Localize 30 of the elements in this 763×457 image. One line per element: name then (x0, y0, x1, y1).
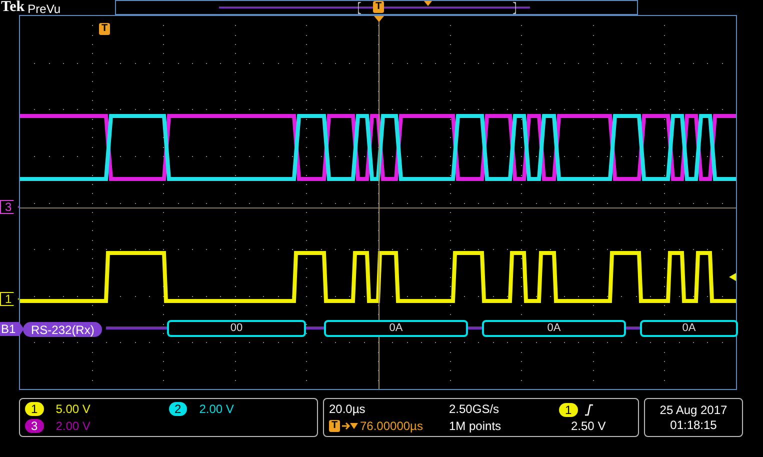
trigger-marker: T (373, 1, 384, 13)
channel-scale: 2.00 V (56, 420, 90, 432)
channel-scale: 5.00 V (56, 403, 90, 415)
channel-badge: 1 (25, 402, 44, 416)
decoded-packet: 0A (640, 320, 738, 337)
sample-rate: 2.50GS/s (449, 403, 500, 417)
brand-logo: Tek (1, 0, 25, 15)
trigger-position-icon (374, 16, 384, 22)
position-marker-icon (424, 1, 432, 6)
trigger-position: 76.00000µs (360, 420, 423, 432)
channel-badge: 2 (168, 402, 188, 416)
decoded-packet: 0A (324, 320, 468, 337)
bus-marker[interactable]: B1 (0, 322, 24, 336)
protocol-label: RS-232(Rx) (23, 322, 102, 337)
trigger-level-icon (729, 273, 736, 281)
time: 01:18:15 (670, 419, 717, 431)
channel-badge: 3 (25, 419, 44, 433)
rising-edge-icon (584, 404, 594, 416)
mode-label: PreVu (28, 3, 61, 15)
record-length: 1M points (449, 420, 502, 432)
trigger-source-badge: 1 (559, 403, 578, 417)
channel-scale: 2.00 V (199, 403, 234, 415)
decoded-packet: 0A (482, 320, 626, 337)
trigger-marker: T (99, 23, 110, 35)
date: 25 Aug 2017 (660, 404, 728, 416)
trigger-badge: T (329, 420, 340, 432)
delay-arrow-icon (342, 421, 358, 431)
trigger-level: 2.50 V (570, 420, 607, 432)
time-scale: 20.0µs (329, 403, 366, 417)
decoded-packet: 00 (167, 320, 306, 337)
